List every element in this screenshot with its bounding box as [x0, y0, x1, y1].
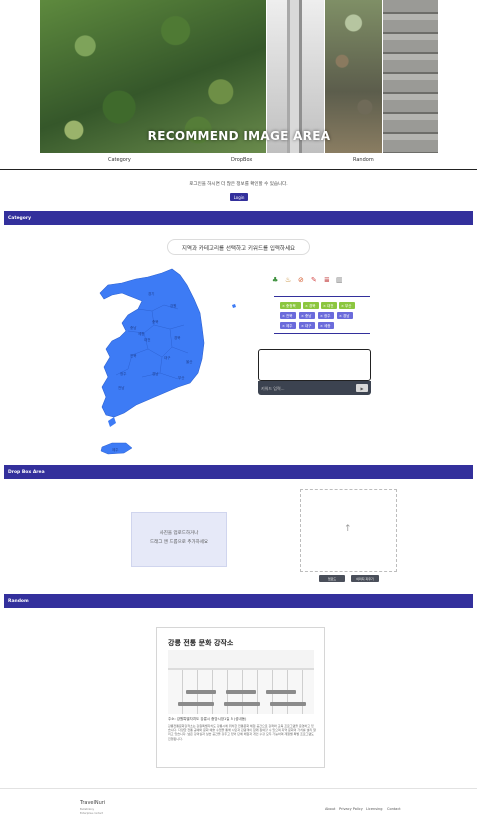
- drop-zone-line1: 사진을 업로드하거나: [159, 531, 199, 536]
- map-label-jeju: 제주: [112, 447, 119, 452]
- footer: TravelNuri Bulletinboy Enterprise contac…: [0, 788, 477, 821]
- region-tag[interactable]: × 충청북: [280, 302, 301, 309]
- footer-sub-line2: Enterprise contact: [80, 812, 104, 815]
- desk-shape: [224, 702, 260, 706]
- region-tag[interactable]: × 전북: [280, 312, 296, 319]
- footer-subtext: Bulletinboy Enterprise contact: [80, 808, 103, 816]
- keyword-send-button[interactable]: ▶: [356, 384, 368, 392]
- footer-brand[interactable]: TravelNuri: [80, 800, 105, 806]
- map-label-jeonbuk: 전북: [130, 353, 137, 358]
- place-address: 주소: 강원특별자치도 강릉시 중앙시장1길 5 (성내동): [168, 717, 247, 721]
- region-tag[interactable]: × 제주: [280, 322, 296, 329]
- tree-icon[interactable]: ♣: [272, 275, 278, 285]
- desk-shape: [270, 702, 306, 706]
- login-message: 로그인을 하시면 더 많은 정보를 확인할 수 있습니다.: [189, 182, 288, 187]
- tab-dropbox[interactable]: DropBox: [231, 157, 252, 163]
- map-label-gwangju: 광주: [120, 371, 127, 376]
- footer-link-licensing[interactable]: Licensing: [366, 807, 382, 811]
- food-icon[interactable]: ♨: [285, 275, 291, 285]
- region-tag[interactable]: × 경남: [337, 312, 353, 319]
- place-description: 강릉전통문화강작소는 강원특별자치도 강릉시에 위치한 전통문화 체험 공간으로…: [168, 724, 316, 741]
- ban-icon[interactable]: ⊘: [298, 275, 304, 285]
- keyword-result-box: [258, 349, 371, 381]
- footer-link-about[interactable]: About: [325, 807, 335, 811]
- keyword-input-bar: ▶: [258, 381, 371, 395]
- map-label-chungbuk: 충북: [152, 319, 159, 324]
- recommend-image-area: RECOMMEND IMAGE AREA: [40, 0, 438, 153]
- upload-icon: ↑: [344, 524, 352, 534]
- korea-island[interactable]: [108, 417, 116, 427]
- upload-submit-button[interactable]: 업로드: [319, 575, 345, 582]
- region-tag[interactable]: × 광주: [318, 312, 334, 319]
- footer-link-contact[interactable]: Contact: [387, 807, 401, 811]
- desk-shape: [178, 702, 214, 706]
- map-label-gyeongnam: 경남: [152, 371, 159, 376]
- region-tag[interactable]: × 충남: [299, 312, 315, 319]
- tab-nav: Category DropBox Random: [0, 154, 477, 170]
- classroom-photo: [168, 650, 314, 714]
- desk-shape: [226, 690, 256, 694]
- desk-shape: [266, 690, 296, 694]
- category-filter-icons: ♣ ♨ ⊘ ✎ ≣ ▥: [272, 275, 372, 285]
- selected-region-tags: × 충청북 × 경북 × 대전 × 부산 × 전북 × 충남 × 광주 × 경남…: [274, 296, 370, 334]
- map-label-daejeon: 대전: [144, 337, 150, 342]
- map-label-ulsan: 울산: [186, 359, 193, 364]
- map-label-jeonnam: 전남: [118, 385, 125, 390]
- region-tag[interactable]: × 대구: [299, 322, 315, 329]
- map-label-gyeonggi: 경기: [148, 291, 154, 296]
- dropbox-section-header: Drop Box Area: [4, 465, 473, 479]
- tab-random[interactable]: Random: [353, 157, 374, 163]
- clear-image-button[interactable]: 이미지 지우기: [351, 575, 379, 582]
- stack-icon[interactable]: ≣: [324, 275, 330, 285]
- category-section-header: Category: [4, 211, 473, 225]
- korea-map[interactable]: 경기 강원 충북 충남 세종 대전 경북 전북 대구 울산 경남 광주 전남 부…: [92, 265, 242, 460]
- map-label-busan: 부산: [178, 375, 185, 380]
- category-prompt: 지역과 카테고리를 선택하고 키워드를 입력하세요: [167, 239, 310, 255]
- ulleungdo[interactable]: [232, 304, 236, 308]
- random-section-header: Random: [4, 594, 473, 608]
- tab-category[interactable]: Category: [108, 157, 131, 163]
- clip-icon[interactable]: ✎: [311, 275, 317, 285]
- map-label-gangwon: 강원: [170, 303, 176, 308]
- region-tag[interactable]: × 세종: [318, 322, 334, 329]
- image-drop-zone[interactable]: 사진을 업로드하거나 드래그 앤 드롭으로 추가하세요: [131, 512, 227, 567]
- random-place-card[interactable]: 강릉 전통 문화 강작소 주소: 강원특별자치도 강릉시 중앙시장1길 5 (성…: [156, 627, 325, 768]
- keyword-input[interactable]: [261, 384, 353, 392]
- region-tag[interactable]: × 경북: [303, 302, 319, 309]
- upload-preview-box: ↑: [300, 489, 397, 572]
- hero-title: RECOMMEND IMAGE AREA: [147, 129, 331, 143]
- region-tag[interactable]: × 대전: [321, 302, 337, 309]
- desk-shape: [186, 690, 216, 694]
- trash-icon[interactable]: ▥: [336, 275, 343, 285]
- drop-zone-line2: 드래그 앤 드롭으로 추가하세요: [149, 540, 209, 545]
- login-button[interactable]: Login: [230, 193, 248, 201]
- footer-link-privacy[interactable]: Privacy Policy: [339, 807, 363, 811]
- region-tag[interactable]: × 부산: [339, 302, 355, 309]
- place-title: 강릉 전통 문화 강작소: [168, 639, 234, 647]
- map-label-gyeongbuk: 경북: [174, 335, 181, 340]
- map-label-sejong: 세종: [138, 331, 145, 336]
- map-label-daegu: 대구: [164, 355, 171, 360]
- map-label-chungnam: 충남: [130, 325, 137, 330]
